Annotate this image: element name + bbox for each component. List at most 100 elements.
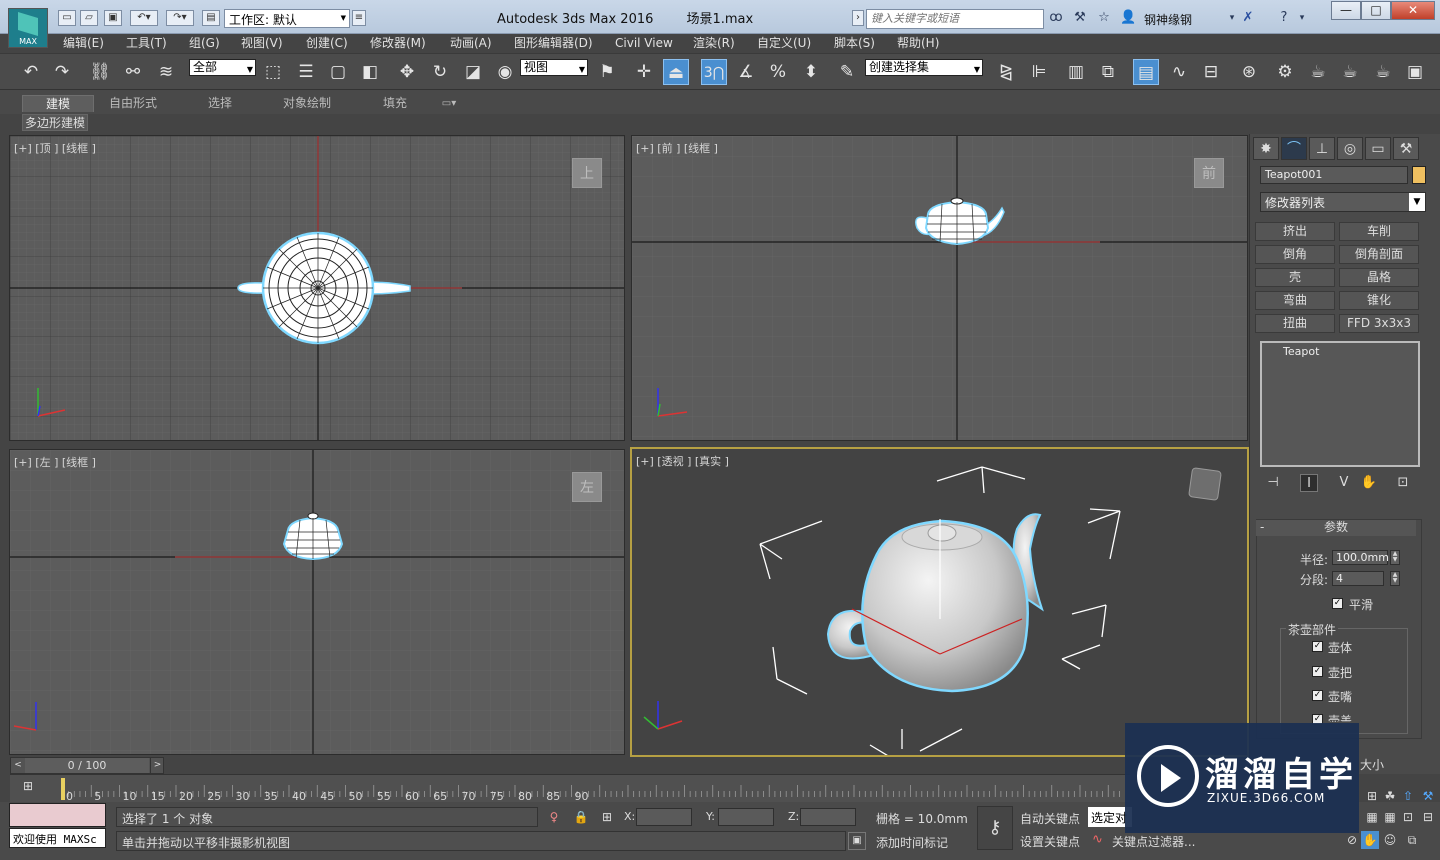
- current-frame-marker[interactable]: [61, 778, 65, 800]
- viewport-perspective[interactable]: [+] [透视 ] [真实 ]: [630, 447, 1249, 757]
- link-icon[interactable]: ⛓: [87, 59, 113, 85]
- modifier-twist-button[interactable]: 扭曲: [1255, 314, 1335, 333]
- zoom-all-icon[interactable]: ⇧: [1399, 787, 1417, 805]
- motion-tab-icon[interactable]: ◎: [1337, 137, 1363, 160]
- key-filters-button[interactable]: 关键点过滤器...: [1112, 833, 1195, 850]
- auto-key-button[interactable]: 自动关键点: [1020, 810, 1080, 827]
- pan-view-icon[interactable]: ✋: [1361, 831, 1379, 849]
- application-menu-button[interactable]: MAX: [8, 8, 48, 48]
- workspace-dropdown[interactable]: 工作区: 默认 ▼: [224, 9, 350, 28]
- field-of-view-icon[interactable]: ⊡: [1399, 808, 1417, 826]
- minimize-button[interactable]: —: [1331, 1, 1361, 20]
- viewport-top[interactable]: [+] [顶 ] [线框 ] 上: [9, 135, 625, 441]
- spinner-snap-icon[interactable]: ⬍: [798, 59, 824, 85]
- selection-filter-dropdown[interactable]: 全部 ▼: [189, 59, 256, 76]
- previous-frame-icon[interactable]: <: [11, 758, 25, 773]
- rotate-icon[interactable]: ↻: [427, 59, 453, 85]
- maxscript-listener-box[interactable]: [9, 803, 106, 827]
- close-button[interactable]: ✕: [1391, 1, 1435, 20]
- hierarchy-tab-icon[interactable]: ⊥: [1309, 137, 1335, 160]
- window-crossing-icon[interactable]: ◧: [357, 59, 383, 85]
- search-expand-icon[interactable]: ›: [852, 10, 864, 26]
- render-iterative-icon[interactable]: ☕: [1370, 59, 1396, 85]
- teapot-perspective-shaded[interactable]: [826, 513, 1044, 693]
- binoculars-icon[interactable]: ꝏ: [1048, 10, 1064, 26]
- ribbon-options-icon[interactable]: ▭▾: [434, 95, 464, 112]
- select-place-icon[interactable]: ◉: [492, 59, 518, 85]
- tab-freeform[interactable]: 自由形式: [98, 95, 168, 112]
- material-editor-icon[interactable]: ⊛: [1236, 59, 1262, 85]
- zoom-extents-icon[interactable]: ▦: [1363, 808, 1381, 826]
- segments-spinner-arrows-icon[interactable]: ▲ ▼: [1390, 571, 1400, 586]
- track-bar[interactable]: 0 5 10 15 20 25 30 35 40 45 50 55 60 65 70 75 80 85 90 ⊞: [10, 774, 1130, 803]
- user-name[interactable]: 钢神缘钢: [1144, 11, 1192, 28]
- maximize-toggle-icon[interactable]: ⧉: [1403, 831, 1421, 849]
- z-coordinate-field[interactable]: [800, 808, 856, 826]
- percent-snap-icon[interactable]: %: [765, 59, 791, 85]
- stack-item-teapot[interactable]: Teapot: [1265, 345, 1415, 358]
- remove-modifier-icon[interactable]: ✋: [1360, 474, 1378, 492]
- named-selection-sets-dropdown[interactable]: 创建选择集 ▼: [865, 59, 983, 76]
- set-key-button[interactable]: 设置关键点: [1020, 833, 1080, 850]
- radius-spinner-arrows-icon[interactable]: ▲ ▼: [1390, 550, 1400, 565]
- layer-manager-icon[interactable]: ⧉: [1095, 59, 1121, 85]
- utilities-tab-icon[interactable]: ⚒: [1393, 137, 1419, 160]
- maximize-viewport-icon[interactable]: ⚒: [1419, 787, 1437, 805]
- modifier-list-dropdown[interactable]: 修改器列表 ▼: [1260, 192, 1426, 212]
- rendered-frame-window-icon[interactable]: ☕: [1305, 59, 1331, 85]
- parameters-rollout-header[interactable]: - 参数: [1256, 520, 1416, 536]
- angle-snap-icon[interactable]: ∡: [733, 59, 759, 85]
- modifier-taper-button[interactable]: 锥化: [1339, 291, 1419, 310]
- next-frame-icon[interactable]: >: [150, 758, 164, 773]
- selection-lock-icon[interactable]: 🔒: [572, 808, 590, 826]
- time-slider[interactable]: < 0 / 100 >: [10, 757, 164, 774]
- exchange-apps-icon[interactable]: ✗: [1240, 10, 1256, 26]
- menu-civil-view[interactable]: Civil View: [615, 35, 673, 53]
- add-time-tag[interactable]: 添加时间标记: [876, 834, 948, 851]
- viewport-label[interactable]: [+] [左 ] [线框 ]: [14, 454, 96, 470]
- menu-tools[interactable]: 工具(T): [126, 35, 167, 53]
- toggle-ribbon-icon[interactable]: ▤: [1133, 59, 1159, 85]
- body-checkbox[interactable]: ✓: [1312, 641, 1323, 652]
- new-file-icon[interactable]: ▭: [58, 10, 76, 26]
- mirror-icon[interactable]: ⧎: [993, 59, 1019, 85]
- modifier-lattice-button[interactable]: 晶格: [1339, 268, 1419, 287]
- align-icon[interactable]: ⊫: [1026, 59, 1052, 85]
- tab-object-paint[interactable]: 对象绘制: [272, 95, 342, 112]
- modifier-bend-button[interactable]: 弯曲: [1255, 291, 1335, 310]
- render-online-icon[interactable]: ▣: [1402, 59, 1428, 85]
- spout-checkbox[interactable]: ✓: [1312, 690, 1323, 701]
- select-manipulate-icon[interactable]: ✛: [631, 59, 657, 85]
- menu-graph-editors[interactable]: 图形编辑器(D): [514, 35, 593, 53]
- modifier-ffd-button[interactable]: FFD 3x3x3: [1339, 314, 1419, 333]
- maxscript-mini-listener[interactable]: 欢迎使用 MAXSc: [9, 828, 106, 848]
- edit-named-selection-icon[interactable]: ✎: [834, 59, 860, 85]
- modifier-stack[interactable]: Teapot: [1260, 341, 1420, 467]
- menu-group[interactable]: 组(G): [189, 35, 220, 53]
- x-coordinate-field[interactable]: [636, 808, 692, 826]
- project-folder-icon[interactable]: ▤: [202, 10, 220, 26]
- user-icon[interactable]: 👤: [1120, 10, 1136, 26]
- segments-spinner[interactable]: 4: [1332, 571, 1384, 586]
- menu-views[interactable]: 视图(V): [241, 35, 283, 53]
- viewport-front[interactable]: [+] [前 ] [线框 ] 前: [631, 135, 1248, 441]
- handle-checkbox[interactable]: ✓: [1312, 666, 1323, 677]
- tab-populate[interactable]: 填充: [370, 95, 420, 112]
- orbit-icon[interactable]: ☘: [1381, 787, 1399, 805]
- configure-modifier-sets-icon[interactable]: ⊡: [1394, 474, 1412, 492]
- modify-tab-icon[interactable]: ⌒: [1281, 137, 1307, 160]
- absolute-mode-icon[interactable]: ⊞: [598, 808, 616, 826]
- search-input[interactable]: [866, 9, 1044, 29]
- rectangular-selection-icon[interactable]: ▢: [325, 59, 351, 85]
- reference-coordinate-dropdown[interactable]: 视图 ▼: [520, 59, 588, 76]
- render-setup-icon[interactable]: ⚙: [1272, 59, 1298, 85]
- undo-icon[interactable]: ↶▾: [130, 10, 158, 26]
- select-object-icon[interactable]: ⬚: [260, 59, 286, 85]
- show-end-result-icon[interactable]: I: [1300, 474, 1318, 492]
- viewcube-top[interactable]: 上: [572, 158, 602, 188]
- modifier-lathe-button[interactable]: 车削: [1339, 222, 1419, 241]
- move-icon[interactable]: ✥: [394, 59, 420, 85]
- orbit-subobject-icon[interactable]: ☺: [1381, 831, 1399, 849]
- menu-modifiers[interactable]: 修改器(M): [370, 35, 426, 53]
- modifier-shell-button[interactable]: 壳: [1255, 268, 1335, 287]
